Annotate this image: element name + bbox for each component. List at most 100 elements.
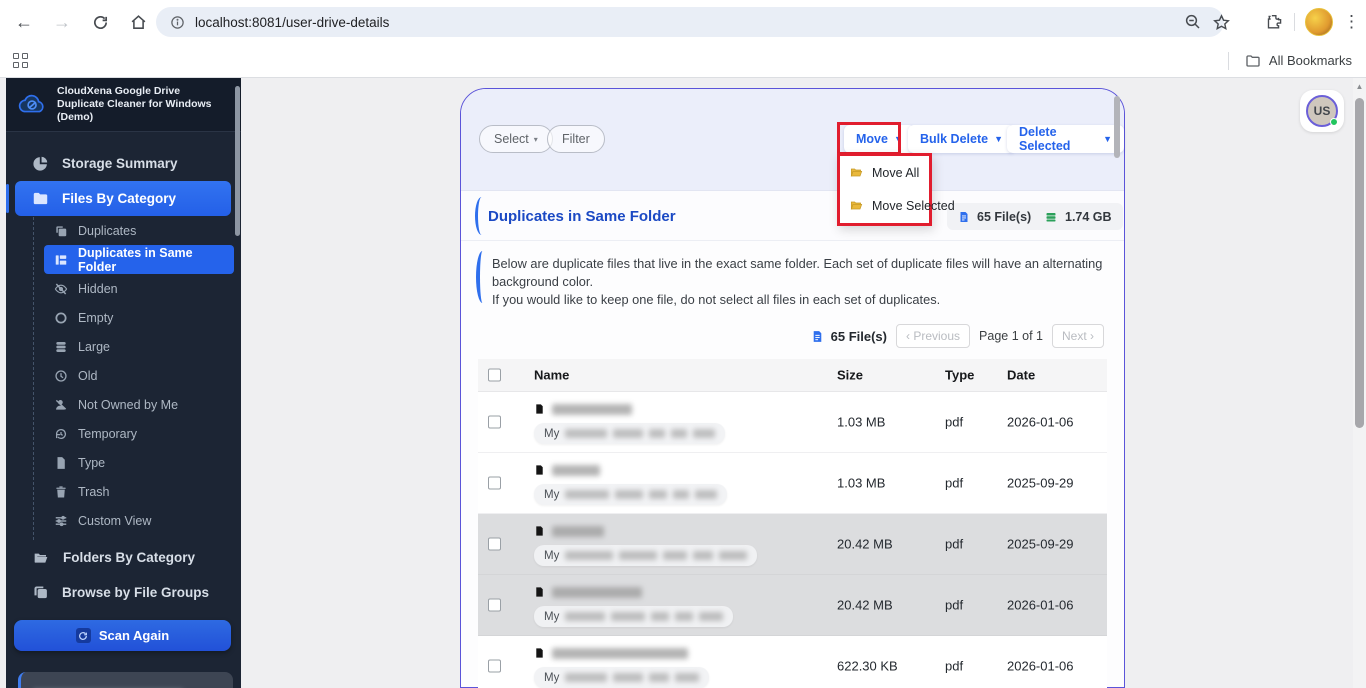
file-date: 2025-09-29 <box>1007 536 1074 552</box>
back-icon[interactable]: ← <box>8 6 40 38</box>
copy-icon <box>54 224 68 238</box>
file-path-breadcrumb[interactable]: My <box>534 423 726 444</box>
file-icon <box>534 463 545 477</box>
move-all-menu-item[interactable]: Move All <box>840 156 929 189</box>
browser-profile-avatar[interactable] <box>1305 8 1333 36</box>
file-type: pdf <box>945 475 964 491</box>
window-scrollbar[interactable]: ▲ <box>1353 78 1366 688</box>
row-checkbox[interactable] <box>488 598 501 612</box>
redacted-file-name <box>552 525 604 537</box>
delete-selected-button[interactable]: Delete Selected ▼ <box>1007 125 1124 153</box>
path-prefix-label: My <box>544 610 560 623</box>
sidebar-item-label: Browse by File Groups <box>62 585 210 600</box>
sidebar-item-duplicates-in-same-folder[interactable]: Duplicates in Same Folder <box>44 245 234 274</box>
row-checkbox[interactable] <box>488 415 501 429</box>
file-date: 2026-01-06 <box>1007 658 1074 674</box>
eye-off-icon <box>54 282 68 296</box>
previous-page-button[interactable]: ‹ Previous <box>896 324 971 348</box>
sidebar-item-browse-by-file-groups[interactable]: Browse by File Groups <box>6 575 241 610</box>
history-icon <box>54 427 68 441</box>
storage-size-label: 1.74 GB <box>1065 209 1112 224</box>
row-checkbox[interactable] <box>488 659 501 673</box>
all-bookmarks-button[interactable]: All Bookmarks <box>1227 44 1352 77</box>
avatar: US <box>1306 95 1338 127</box>
path-prefix-label: My <box>544 488 560 501</box>
redacted-path-segment <box>613 429 644 438</box>
url-text[interactable]: localhost:8081/user-drive-details <box>195 15 389 30</box>
file-path-breadcrumb[interactable]: My <box>534 606 734 627</box>
select-button[interactable]: Select ▾ <box>479 125 553 153</box>
sidebar-item-label: Temporary <box>78 426 138 441</box>
user-x-icon <box>54 398 68 412</box>
table-row: My 20.42 MB pdf 2026-01-06 <box>478 575 1107 636</box>
select-button-label: Select <box>494 132 529 146</box>
trash-icon <box>54 485 68 499</box>
extensions-icon[interactable] <box>1265 13 1284 32</box>
redacted-path-segment <box>671 429 688 438</box>
sidebar-item-files-by-category[interactable]: Files By Category <box>6 181 231 216</box>
sidebar-item-hidden[interactable]: Hidden <box>6 274 241 303</box>
info-icon[interactable] <box>170 15 185 30</box>
redacted-path-segment <box>649 490 668 499</box>
menu-dots-icon[interactable]: ⋮ <box>1343 12 1360 32</box>
row-checkbox[interactable] <box>488 537 501 551</box>
home-icon[interactable] <box>122 6 154 38</box>
scrollbar-up-arrow[interactable]: ▲ <box>1353 82 1366 91</box>
file-date: 2026-01-06 <box>1007 597 1074 613</box>
sidebar-item-custom-view[interactable]: Custom View <box>6 506 241 535</box>
file-path-breadcrumb[interactable]: My <box>534 484 728 505</box>
page-title: Duplicates in Same Folder <box>488 208 676 225</box>
row-checkbox[interactable] <box>488 476 501 490</box>
sidebar-item-label: Files By Category <box>62 191 177 206</box>
forward-icon[interactable]: → <box>46 6 78 38</box>
select-all-checkbox[interactable] <box>488 368 501 382</box>
move-dropdown-menu: Move All Move Selected <box>837 153 955 226</box>
section-accent-brace <box>475 197 488 235</box>
pagination-row: 65 File(s) ‹ Previous Page 1 of 1 Next › <box>811 323 1104 349</box>
sidebar-item-folders-by-category[interactable]: Folders By Category <box>6 540 241 575</box>
sidebar-item-label: Trash <box>78 484 110 499</box>
delete-selected-button-label: Delete Selected <box>1019 125 1071 153</box>
next-page-button[interactable]: Next › <box>1051 324 1104 348</box>
pie-chart-icon <box>32 155 49 172</box>
sidebar-item-storage-summary[interactable]: Storage Summary <box>6 146 241 181</box>
sidebar-item-old[interactable]: Old <box>6 361 241 390</box>
user-avatar-chip[interactable]: US <box>1300 90 1344 132</box>
sidebar-item-label: Empty <box>78 310 114 325</box>
address-bar[interactable]: localhost:8081/user-drive-details <box>156 7 1224 37</box>
sidebar-item-duplicates[interactable]: Duplicates <box>6 216 241 245</box>
sidebar-item-temporary[interactable]: Temporary <box>6 419 241 448</box>
file-date: 2025-09-29 <box>1007 475 1074 491</box>
sidebar-item-label: Type <box>78 455 106 470</box>
sidebar-item-trash[interactable]: Trash <box>6 477 241 506</box>
description-box: Below are duplicate files that live in t… <box>476 249 1106 309</box>
sidebar-item-label: Large <box>78 339 110 354</box>
redacted-path-segment <box>611 612 646 621</box>
sidebar-item-large[interactable]: Large <box>6 332 241 361</box>
sidebar-item-empty[interactable]: Empty <box>6 303 241 332</box>
file-size: 1.03 MB <box>837 475 886 491</box>
reload-icon[interactable] <box>84 6 116 38</box>
card-scrollbar-thumb[interactable] <box>1114 96 1120 158</box>
sidebar-item-type[interactable]: Type <box>6 448 241 477</box>
bookmarks-bar: All Bookmarks <box>0 44 1366 78</box>
redacted-path-segment <box>565 612 606 621</box>
file-path-breadcrumb[interactable]: My <box>534 667 710 688</box>
apps-grid-icon[interactable] <box>13 53 28 68</box>
table-row: My 622.30 KB pdf 2026-01-06 <box>478 636 1107 688</box>
file-path-breadcrumb[interactable]: My <box>534 545 758 566</box>
zoom-icon[interactable] <box>1184 13 1202 31</box>
bookmark-star-icon[interactable] <box>1212 13 1231 32</box>
caret-down-icon: ▼ <box>1103 134 1112 144</box>
redacted-path-segment <box>675 673 700 682</box>
file-size: 622.30 KB <box>837 658 898 674</box>
move-selected-menu-item[interactable]: Move Selected <box>840 189 955 222</box>
sidebar-item-not-owned-by-me[interactable]: Not Owned by Me <box>6 390 241 419</box>
content-card: Select ▾ Filter Move ▼ Bulk Delete ▼ Del… <box>460 88 1125 688</box>
window-scrollbar-thumb[interactable] <box>1355 98 1364 428</box>
scan-again-button[interactable]: Scan Again <box>14 620 231 651</box>
path-prefix-label: My <box>544 549 560 562</box>
filter-button[interactable]: Filter <box>547 125 605 153</box>
redacted-file-name <box>552 586 642 598</box>
bulk-delete-button[interactable]: Bulk Delete ▼ <box>908 125 1016 153</box>
